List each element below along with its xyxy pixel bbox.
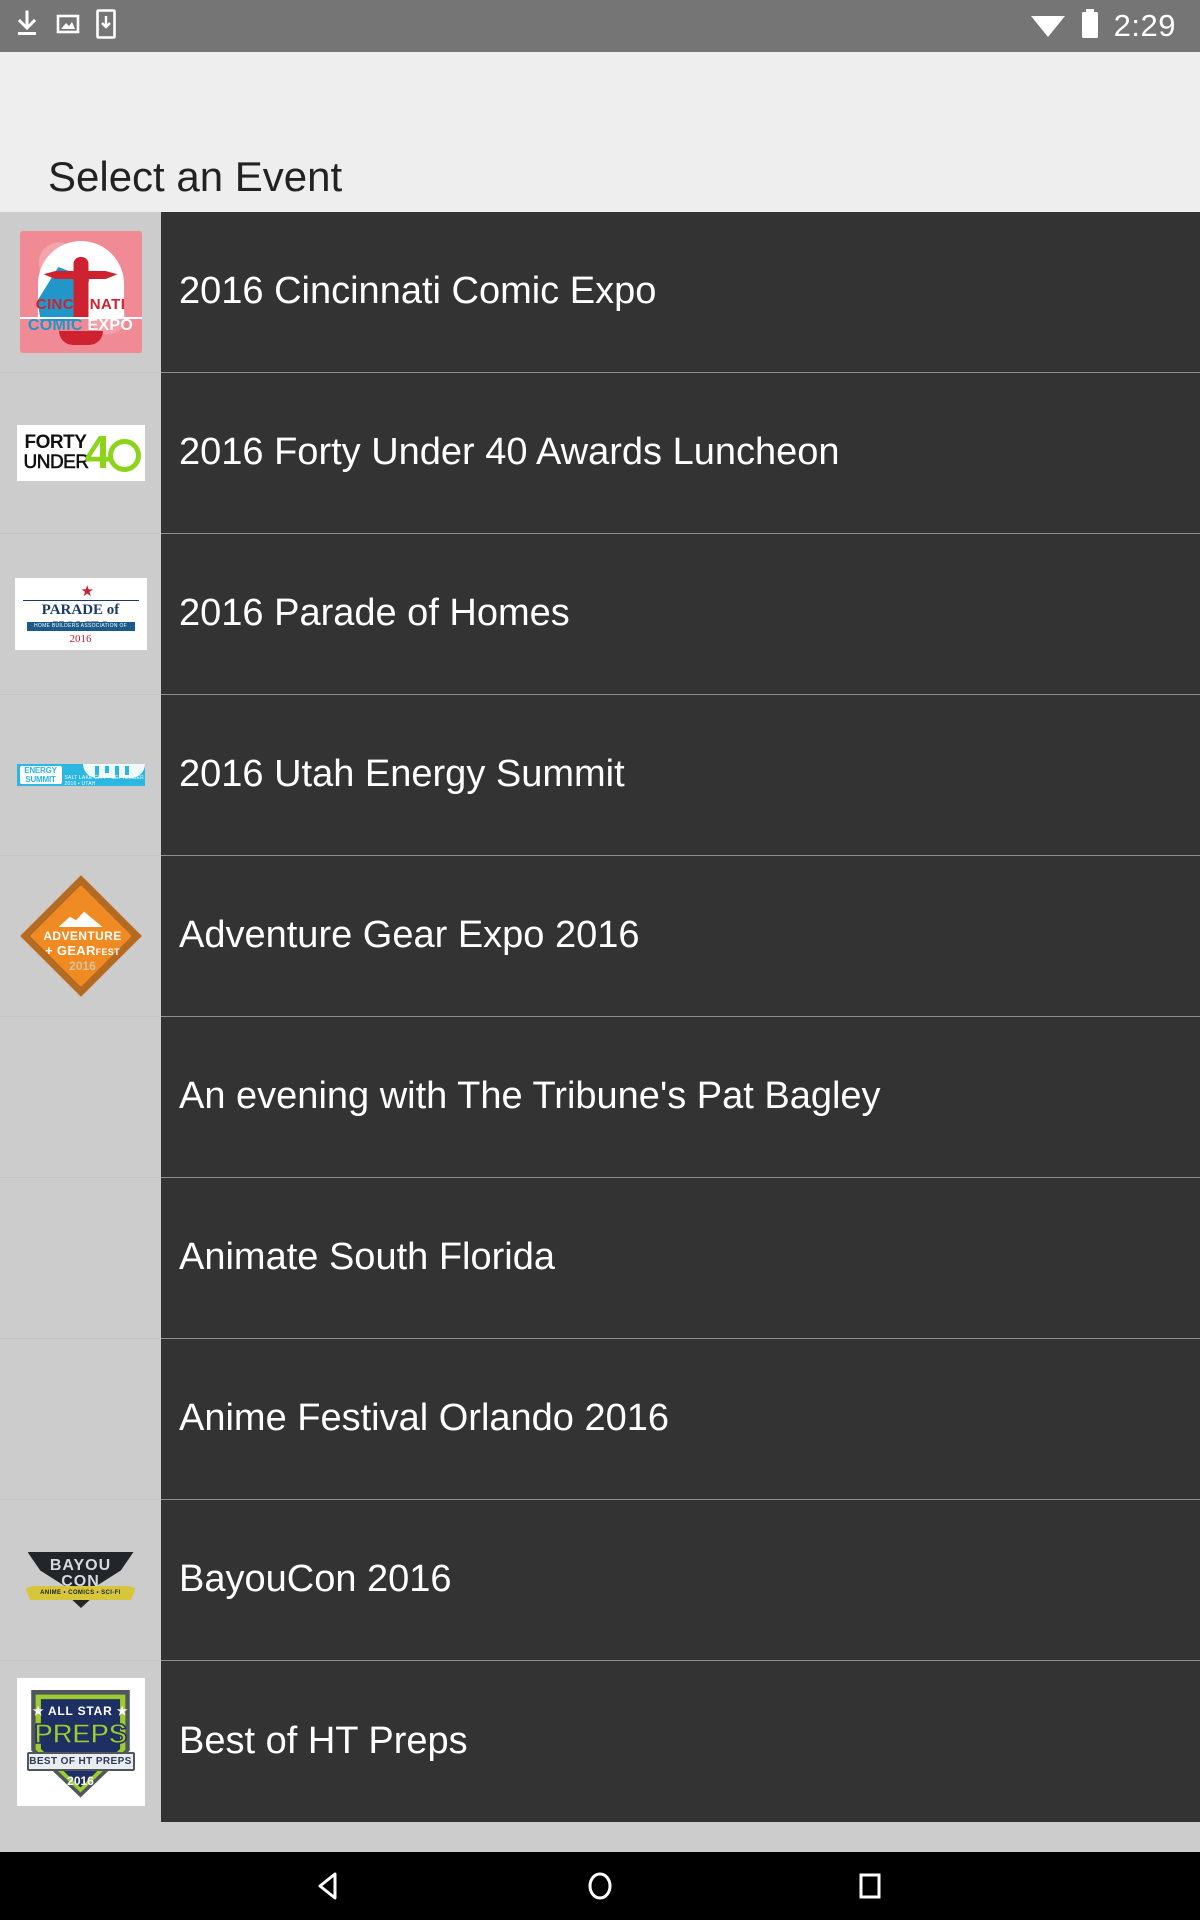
logo-line-2: + GEAR [45, 943, 96, 958]
list-item-label: 2016 Utah Energy Summit [179, 753, 625, 796]
battery-icon [1080, 8, 1100, 44]
status-bar: 2:29 [0, 0, 1200, 52]
logo-banner-text: BEST OF HT PREPS [29, 1755, 132, 1767]
event-title-cell[interactable]: Best of HT Preps [161, 1661, 1200, 1822]
logo-banner-text: SALT LAKE CITY • SEPTEMBER 2016 • UTAH [64, 775, 144, 786]
logo-chip-line2: SUMMIT [25, 775, 56, 784]
list-item[interactable]: Animate South Florida [0, 1178, 1200, 1339]
logo-chip-line1: ENERGY [24, 766, 57, 775]
mountain-icon [58, 911, 103, 927]
list-item[interactable]: Anime Festival Orlando 2016 [0, 1339, 1200, 1500]
list-item-label: 2016 Parade of Homes [179, 592, 570, 635]
list-item[interactable]: CINCINNATI COMIC EXPO 2016 Cincinnati Co… [0, 212, 1200, 373]
event-thumbnail: CINCINNATI COMIC EXPO [0, 212, 161, 373]
logo-chip-line3: UTAH 2016 [20, 784, 62, 786]
logo-line-2-small: FEST [95, 947, 120, 957]
logo-ring-icon [107, 439, 141, 472]
logo-line-2: UNDER [23, 452, 89, 474]
status-bar-clock: 2:29 [1113, 8, 1176, 43]
event-title-cell[interactable]: 2016 Cincinnati Comic Expo [161, 212, 1200, 373]
event-thumbnail [0, 1339, 161, 1500]
event-title-cell[interactable]: 2016 Forty Under 40 Awards Luncheon [161, 373, 1200, 534]
cincinnati-comic-expo-logo: CINCINNATI COMIC EXPO [19, 231, 142, 353]
android-screen: 2:29 Select an Event CINCINNATI COMIC EX… [0, 0, 1200, 1920]
status-bar-notification-icons [14, 8, 116, 44]
logo-top-text: ★ ALL STAR ★ [32, 1703, 129, 1718]
list-item-label: Best of HT Preps [179, 1719, 468, 1762]
bayoucon-logo: BAYOU CON ANIME • COMICS • SCI-FI [20, 1550, 142, 1610]
event-title-cell[interactable]: Adventure Gear Expo 2016 [161, 856, 1200, 1017]
list-item[interactable]: ADVENTURE + GEARFEST 2016 Adventure Gear… [0, 856, 1200, 1017]
logo-year: 2016 [69, 959, 96, 973]
list-item[interactable]: BAYOU CON ANIME • COMICS • SCI-FI BayouC… [0, 1500, 1200, 1661]
event-thumbnail: ★ ALL STAR ★ PREPS BEST OF HT PREPS 2016 [0, 1661, 161, 1822]
list-item-label: Anime Festival Orlando 2016 [179, 1397, 670, 1440]
page-title: Select an Event [48, 153, 343, 200]
event-title-cell[interactable]: 2016 Utah Energy Summit [161, 695, 1200, 856]
event-thumbnail: ENERGY SUMMIT UTAH 2016 SALT LAKE CITY •… [0, 695, 161, 856]
event-title-cell[interactable]: BayouCon 2016 [161, 1500, 1200, 1661]
event-thumbnail: ★ PARADE of HOMES HOME BUILDERS ASSOCIAT… [0, 534, 161, 695]
list-item[interactable]: ★ ALL STAR ★ PREPS BEST OF HT PREPS 2016… [0, 1661, 1200, 1822]
recents-button[interactable] [835, 1852, 905, 1920]
event-thumbnail [0, 1017, 161, 1178]
list-item[interactable]: ★ PARADE of HOMES HOME BUILDERS ASSOCIAT… [0, 534, 1200, 695]
list-item[interactable]: FORTY UNDER 4 2016 Forty Under 40 Awards… [0, 373, 1200, 534]
list-item-label: Animate South Florida [179, 1236, 555, 1279]
list-item[interactable]: An evening with The Tribune's Pat Bagley [0, 1017, 1200, 1178]
status-bar-system-icons: 2:29 [1030, 8, 1186, 44]
logo-year: 2016 [69, 633, 92, 645]
list-item[interactable]: ENERGY SUMMIT UTAH 2016 SALT LAKE CITY •… [0, 695, 1200, 856]
logo-chip: ENERGY SUMMIT UTAH 2016 [19, 766, 62, 786]
event-title-cell[interactable]: 2016 Parade of Homes [161, 534, 1200, 695]
logo-number: 4 [84, 426, 111, 478]
event-thumbnail: BAYOU CON ANIME • COMICS • SCI-FI [0, 1500, 161, 1661]
android-navigation-bar [0, 1852, 1200, 1920]
logo-ribbon-text: ANIME • COMICS • SCI-FI [40, 1590, 121, 1596]
list-item-label: 2016 Cincinnati Comic Expo [179, 270, 657, 313]
list-item-label: An evening with The Tribune's Pat Bagley [179, 1075, 881, 1118]
logo-line-1: CINCINNATI [35, 296, 126, 313]
parade-of-homes-logo: ★ PARADE of HOMES HOME BUILDERS ASSOCIAT… [14, 578, 147, 650]
utah-energy-summit-logo: ENERGY SUMMIT UTAH 2016 SALT LAKE CITY •… [16, 764, 145, 786]
download-icon [14, 10, 40, 43]
list-item-label: BayouCon 2016 [179, 1558, 452, 1601]
download-to-device-icon [96, 8, 116, 44]
logo-line-1: FORTY [24, 432, 87, 453]
wifi-icon [1030, 10, 1066, 43]
recents-square-icon [859, 1873, 881, 1899]
adventure-gear-fest-logo: ADVENTURE + GEARFEST 2016 [19, 875, 142, 997]
event-title-cell[interactable]: An evening with The Tribune's Pat Bagley [161, 1017, 1200, 1178]
event-list[interactable]: CINCINNATI COMIC EXPO 2016 Cincinnati Co… [0, 212, 1200, 1852]
event-title-cell[interactable]: Anime Festival Orlando 2016 [161, 1339, 1200, 1500]
home-circle-icon [588, 1872, 612, 1900]
app-header: Select an Event [0, 52, 1200, 212]
logo-big-text: PREPS [34, 1717, 128, 1750]
list-item-label: 2016 Forty Under 40 Awards Luncheon [179, 431, 840, 474]
back-button[interactable] [295, 1852, 365, 1920]
list-item-label: Adventure Gear Expo 2016 [179, 914, 640, 957]
event-thumbnail [0, 1178, 161, 1339]
event-thumbnail: FORTY UNDER 4 [0, 373, 161, 534]
screenshot-image-icon [56, 10, 80, 43]
event-title-cell[interactable]: Animate South Florida [161, 1178, 1200, 1339]
logo-year: 2016 [67, 1773, 94, 1788]
forty-under-40-logo: FORTY UNDER 4 [16, 425, 145, 481]
event-thumbnail: ADVENTURE + GEARFEST 2016 [0, 856, 161, 1017]
all-star-preps-logo: ★ ALL STAR ★ PREPS BEST OF HT PREPS 2016 [16, 1677, 145, 1806]
logo-line-1: ADVENTURE [43, 929, 122, 943]
home-button[interactable] [565, 1852, 635, 1920]
back-triangle-icon [318, 1872, 337, 1900]
